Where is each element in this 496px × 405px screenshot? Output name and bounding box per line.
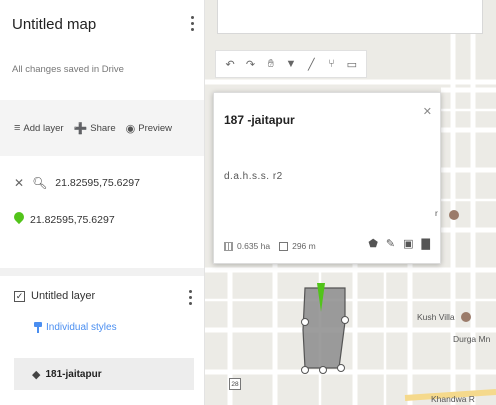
pin-icon (14, 212, 24, 227)
search-result-row: ✕ 🔍︎ 21.82595,75.6297 (14, 176, 140, 190)
durga-label[interactable]: Durga Mn (453, 334, 490, 344)
feature-item[interactable]: ◆ 181-jaitapur (14, 358, 194, 390)
map-toolbar: ↶ ↷ ✋︎ ▼ ╱ ⑂ ▭ (215, 50, 367, 78)
ruler-icon[interactable]: ▭ (344, 58, 360, 71)
road-label: Khandwa R (431, 394, 475, 404)
feature-name: 181-jaitapur (45, 368, 102, 380)
kush-villa-label[interactable]: Kush Villa (417, 312, 455, 322)
pin-coordinates: 21.82595,75.6297 (30, 213, 115, 226)
poi-partial-label: r (435, 208, 438, 218)
popup-actions: ⬟ ✎ ▣ ▇ (368, 237, 430, 250)
polygon-icon: ◆ (32, 368, 41, 381)
close-icon[interactable]: ✕ (14, 176, 24, 190)
edit-icon[interactable]: ✎ (386, 237, 395, 250)
search-query: 21.82595,75.6297 (55, 177, 140, 189)
perimeter-value: 296 m (292, 241, 316, 251)
layer-menu-button[interactable] (186, 290, 194, 305)
trash-icon[interactable]: ▇ (422, 237, 430, 250)
marker-icon[interactable]: ▼ (283, 58, 299, 70)
search-pin-row[interactable]: 21.82595,75.6297 (14, 212, 115, 227)
add-layer-button[interactable]: ≡ Add layer (14, 122, 64, 134)
map-search-box[interactable] (217, 0, 483, 34)
style-icon[interactable]: ⬟ (368, 237, 378, 250)
line-icon[interactable]: ╱ (303, 58, 319, 71)
perimeter-icon (279, 241, 289, 251)
route-badge: 28 (229, 378, 241, 390)
map-title[interactable]: Untitled map (12, 16, 96, 33)
action-row: ≡ Add layer ➕ Share ◉ Preview (0, 100, 204, 156)
popup-measurements: 0.635 ha 296 m (224, 241, 316, 251)
styles-label: Individual styles (46, 322, 117, 333)
redo-icon[interactable]: ↷ (242, 58, 258, 71)
layer-name[interactable]: Untitled layer (31, 290, 95, 302)
share-icon: ➕ (73, 122, 88, 135)
preview-label: Preview (138, 122, 173, 134)
map-canvas[interactable]: ↶ ↷ ✋︎ ▼ ╱ ⑂ ▭ 187 -jaitapur ✕ d.a.h.s.s… (205, 0, 496, 405)
preview-button[interactable]: ◉ Preview (126, 122, 172, 135)
route-icon[interactable]: ⑂ (324, 58, 340, 70)
divider (0, 268, 204, 276)
share-button[interactable]: ➕ Share (74, 122, 116, 135)
feature-popup: 187 -jaitapur ✕ d.a.h.s.s. r2 0.635 ha 2… (213, 92, 441, 264)
poi-marker[interactable] (449, 210, 459, 220)
undo-icon[interactable]: ↶ (222, 58, 238, 71)
save-status: All changes saved in Drive (12, 64, 124, 75)
individual-styles-link[interactable]: Individual styles (34, 322, 117, 333)
preview-icon: ◉ (125, 122, 136, 135)
paint-icon (34, 322, 42, 333)
add-layer-label: Add layer (23, 122, 64, 134)
poi-marker[interactable] (461, 312, 471, 322)
layer-header: ✓ Untitled layer (14, 290, 95, 302)
add-layer-icon: ≡ (14, 122, 21, 134)
hand-icon[interactable]: ✋︎ (263, 58, 279, 71)
popup-title: 187 -jaitapur (224, 113, 295, 127)
sidebar: Untitled map All changes saved in Drive … (0, 0, 205, 405)
popup-description: d.a.h.s.s. r2 (224, 171, 283, 182)
share-label: Share (90, 122, 116, 134)
map-menu-button[interactable] (188, 16, 196, 31)
area-icon (224, 241, 233, 251)
camera-icon[interactable]: ▣ (403, 237, 413, 250)
checkbox-icon[interactable]: ✓ (14, 290, 25, 302)
area-value: 0.635 ha (237, 241, 271, 251)
close-icon[interactable]: ✕ (423, 105, 432, 118)
search-icon: 🔍︎ (32, 176, 48, 190)
plot-polygon (302, 287, 346, 369)
